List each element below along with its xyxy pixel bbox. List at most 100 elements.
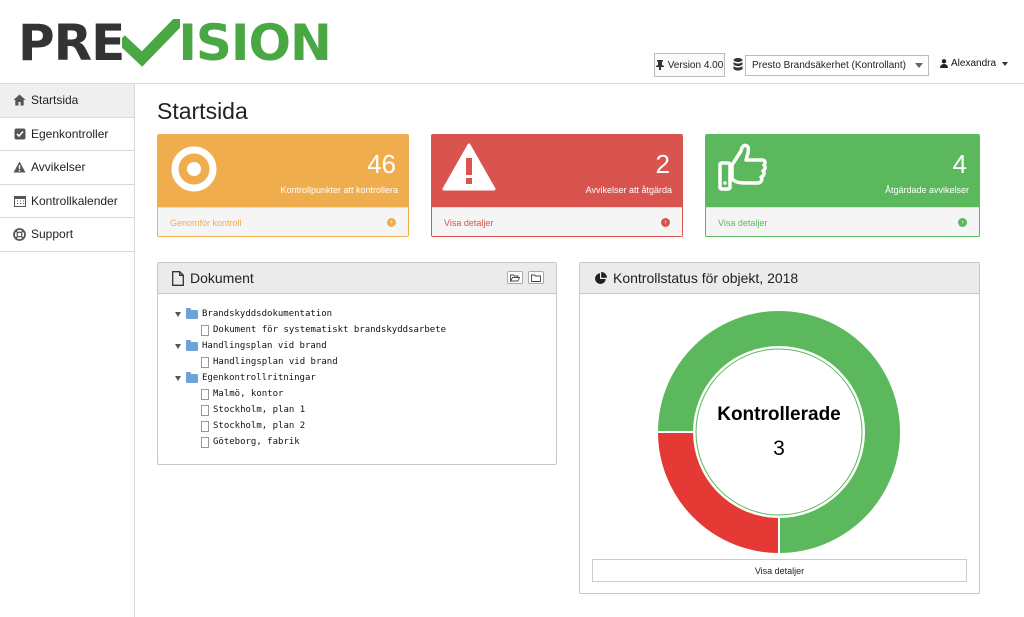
kontrollstatus-donut-chart: Kontrollerade 3	[655, 309, 902, 556]
folder-button[interactable]	[528, 271, 544, 284]
open-folder-button[interactable]	[507, 271, 523, 284]
genomfor-kontroll-link[interactable]: Genomför kontroll ›	[158, 207, 408, 236]
logo-text-pre: PRE	[18, 14, 125, 72]
arrow-circle-right-icon: ›	[958, 218, 967, 227]
sidebar-item-avvikelser[interactable]: Avvikelser	[0, 151, 134, 185]
card-kontrollpunkter: 46 Kontrollpunkter att kontrollera Genom…	[157, 134, 409, 237]
sidebar-item-label: Startsida	[31, 93, 79, 108]
card-label: Åtgärdade avvikelser	[884, 185, 969, 195]
tree-file[interactable]: Stockholm, plan 1	[175, 402, 556, 418]
status-panel-title: Kontrollstatus för objekt, 2018	[613, 270, 799, 286]
file-icon	[201, 420, 209, 432]
chart-center-value: 3	[773, 437, 785, 460]
version-text: Version 4.00	[667, 59, 724, 71]
calendar-icon	[13, 194, 26, 207]
tree-folder[interactable]: Egenkontrollritningar	[175, 370, 556, 386]
chevron-down-icon	[915, 63, 923, 68]
card-count: 2	[655, 149, 670, 179]
folder-icon	[186, 339, 198, 351]
version-badge: Version 4.00	[654, 53, 725, 77]
arrow-circle-right-icon: ›	[661, 218, 670, 227]
card-link-text: Visa detaljer	[718, 217, 768, 228]
organization-select-value: Presto Brandsäkerhet (Kontrollant)	[752, 60, 906, 71]
card-link-text: Genomför kontroll	[170, 217, 242, 228]
prevision-logo[interactable]: PRE ISION	[18, 14, 332, 72]
card-link-text: Visa detaljer	[444, 217, 494, 228]
user-name: Alexandra	[951, 58, 997, 69]
home-icon	[13, 94, 26, 107]
document-tree: Brandskyddsdokumentation Dokument för sy…	[158, 294, 556, 450]
sidebar-item-support[interactable]: Support	[0, 218, 134, 252]
tree-label: Dokument för systematiskt brandskyddsarb…	[213, 325, 446, 335]
documents-panel-title: Dokument	[190, 270, 254, 286]
file-icon	[201, 404, 209, 416]
card-label: Kontrollpunkter att kontrollera	[280, 185, 398, 195]
tree-label: Handlingsplan vid brand	[213, 357, 338, 367]
warning-icon	[13, 161, 26, 174]
arrow-circle-right-icon: ›	[387, 218, 396, 227]
warning-triangle-icon	[442, 143, 496, 191]
tree-folder[interactable]: Brandskyddsdokumentation	[175, 306, 556, 322]
pie-chart-icon	[595, 271, 607, 284]
file-icon	[201, 356, 209, 368]
card-avvikelser: 2 Avvikelser att åtgärda Visa detaljer ›	[431, 134, 683, 237]
caret-down-icon	[1002, 61, 1009, 66]
visa-detaljer-atgardade-link[interactable]: Visa detaljer ›	[706, 207, 979, 236]
file-icon	[201, 436, 209, 448]
card-header: 46 Kontrollpunkter att kontrollera	[158, 135, 408, 207]
tree-file[interactable]: Malmö, kontor	[175, 386, 556, 402]
visa-detaljer-avvikelser-link[interactable]: Visa detaljer ›	[432, 207, 682, 236]
chart-center-label: Kontrollerade	[717, 404, 841, 425]
card-header: 4 Åtgärdade avvikelser	[706, 135, 979, 207]
expand-triangle-icon	[175, 343, 181, 349]
pin-icon	[655, 60, 664, 70]
lifebuoy-icon	[13, 227, 26, 241]
folder-icon	[186, 371, 198, 383]
folder-icon	[531, 274, 541, 282]
target-icon	[171, 146, 217, 192]
card-atgardade: 4 Åtgärdade avvikelser Visa detaljer ›	[705, 134, 980, 237]
sidebar-item-kontrollkalender[interactable]: Kontrollkalender	[0, 185, 134, 218]
file-icon	[201, 388, 209, 400]
sidebar-item-label: Kontrollkalender	[31, 193, 118, 208]
status-panel: Kontrollstatus för objekt, 2018 Kontroll…	[579, 262, 980, 594]
sidebar-item-egenkontroller[interactable]: Egenkontroller	[0, 118, 134, 151]
sidebar-item-startsida[interactable]: Startsida	[0, 84, 134, 118]
folder-icon	[186, 307, 198, 319]
organization-select[interactable]: Presto Brandsäkerhet (Kontrollant)	[745, 55, 929, 76]
tree-label: Brandskyddsdokumentation	[202, 309, 333, 319]
logo-text-vision: ISION	[178, 14, 332, 72]
tree-label: Egenkontrollritningar	[202, 373, 316, 383]
database-icon	[733, 58, 743, 71]
sidebar-item-label: Avvikelser	[31, 160, 86, 175]
card-header: 2 Avvikelser att åtgärda	[432, 135, 682, 207]
tree-file[interactable]: Dokument för systematiskt brandskyddsarb…	[175, 322, 556, 338]
visa-detaljer-status-button[interactable]: Visa detaljer	[592, 559, 967, 582]
documents-panel: Dokument Brandskyddsdokumentation Dokume…	[157, 262, 557, 465]
tree-label: Handlingsplan vid brand	[202, 341, 327, 351]
file-icon	[201, 324, 209, 336]
sidebar: Startsida Egenkontroller Avvikelser Kont…	[0, 84, 135, 617]
tree-file[interactable]: Handlingsplan vid brand	[175, 354, 556, 370]
tree-label: Malmö, kontor	[213, 389, 284, 399]
file-icon	[172, 270, 184, 286]
tree-label: Göteborg, fabrik	[213, 437, 300, 447]
donut-slice-1[interactable]	[655, 431, 780, 556]
folder-open-icon	[510, 274, 520, 282]
donut-inner-ring	[695, 348, 863, 516]
app-header: PRE ISION Version 4.00 Presto Brandsäker…	[0, 0, 1024, 84]
tree-label: Stockholm, plan 2	[213, 421, 306, 431]
sidebar-item-label: Support	[31, 227, 74, 242]
expand-triangle-icon	[175, 311, 181, 317]
checkbox-icon	[13, 127, 26, 140]
documents-panel-header: Dokument	[158, 263, 556, 294]
user-menu[interactable]: Alexandra	[940, 58, 1009, 69]
tree-file[interactable]: Stockholm, plan 2	[175, 418, 556, 434]
tree-file[interactable]: Göteborg, fabrik	[175, 434, 556, 450]
sidebar-item-label: Egenkontroller	[31, 126, 109, 141]
status-panel-header: Kontrollstatus för objekt, 2018	[580, 263, 979, 294]
thumbs-up-icon	[718, 143, 767, 191]
expand-triangle-icon	[175, 375, 181, 381]
tree-folder[interactable]: Handlingsplan vid brand	[175, 338, 556, 354]
tree-label: Stockholm, plan 1	[213, 405, 306, 415]
